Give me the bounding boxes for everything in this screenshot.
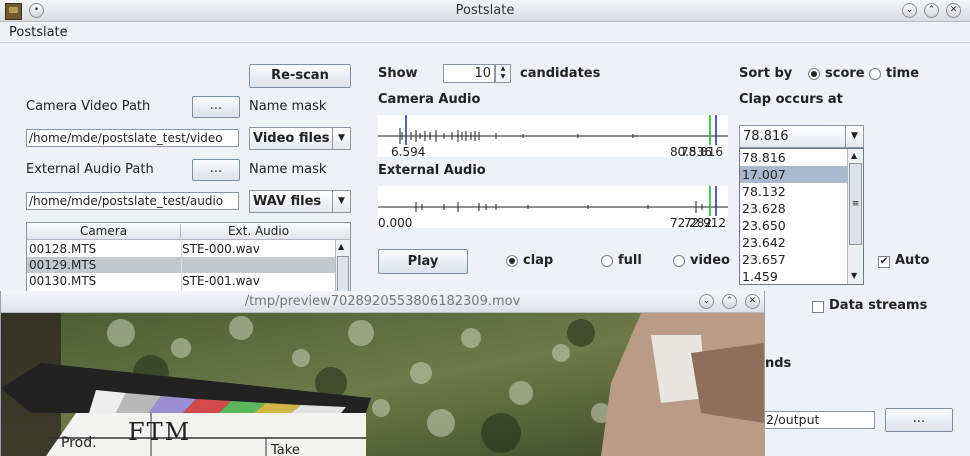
camera-mask-select[interactable]: Video files ▼ <box>249 127 351 150</box>
chevron-down-icon[interactable]: ▼ <box>332 191 350 212</box>
data-streams-checkbox[interactable] <box>812 301 824 313</box>
camera-audio-start: 6.594 <box>391 145 426 159</box>
play-video-label: video <box>690 253 730 268</box>
preview-close-button[interactable]: ✕ <box>745 294 760 309</box>
clap-select[interactable]: 78.816 ▼ <box>739 125 864 148</box>
preview-title-bar: /tmp/preview7028920553806182309.mov ⌄ ⌃ … <box>1 291 764 313</box>
play-clap-radio[interactable] <box>506 255 518 267</box>
list-item[interactable]: 23.642 <box>740 234 847 251</box>
preview-maximize-button[interactable]: ⌃ <box>722 294 737 309</box>
scroll-up-icon[interactable]: ▲ <box>338 242 344 251</box>
external-mask-select[interactable]: WAV files ▼ <box>249 190 351 213</box>
table-scrollbar[interactable]: ▲ <box>335 240 350 293</box>
list-item[interactable]: 1.459 <box>740 268 847 285</box>
output-path-field[interactable]: 2/output <box>763 411 875 429</box>
table-header: Camera Ext. Audio <box>27 223 350 240</box>
camera-mask-value: Video files <box>253 131 330 146</box>
show-label: Show <box>378 66 418 81</box>
output-browse-button[interactable]: ... <box>885 408 953 432</box>
scroll-up-icon[interactable]: ▲ <box>851 151 857 160</box>
play-button[interactable]: Play <box>378 249 468 274</box>
sort-score-radio[interactable] <box>808 68 820 80</box>
play-full-label: full <box>618 253 642 268</box>
spinner-arrows[interactable]: ▲ ▼ <box>495 64 511 83</box>
camera-video-path-label: Camera Video Path <box>26 99 151 114</box>
list-item[interactable]: 23.628 <box>740 200 847 217</box>
table-cell-audio: STE-001.wav <box>182 274 260 288</box>
external-mask-value: WAV files <box>253 194 322 209</box>
play-video-radio[interactable] <box>673 255 685 267</box>
file-table: Camera Ext. Audio 00128.MTS STE-000.wav … <box>26 222 351 294</box>
chevron-down-icon[interactable]: ▼ <box>332 128 350 149</box>
external-audio-path-label: External Audio Path <box>26 162 154 177</box>
play-clap-label: clap <box>523 253 554 268</box>
column-header-camera[interactable]: Camera <box>27 224 181 238</box>
clap-occurs-label: Clap occurs at <box>739 92 843 107</box>
preview-minimize-button[interactable]: ⌄ <box>699 294 714 309</box>
external-audio-label: External Audio <box>378 163 486 178</box>
sort-time-label: time <box>886 66 920 81</box>
candidates-label: candidates <box>520 66 601 81</box>
slate-take-label: Take <box>271 443 300 456</box>
column-divider <box>181 241 182 293</box>
play-full-radio[interactable] <box>601 255 613 267</box>
table-cell-camera: 00129.MTS <box>29 258 97 272</box>
camera-audio-label: Camera Audio <box>378 92 481 107</box>
partial-label: nds <box>765 356 792 371</box>
camera-audio-end: 78.816 <box>681 145 723 159</box>
scroll-down-icon[interactable]: ▼ <box>851 271 857 280</box>
sort-time-radio[interactable] <box>869 68 881 80</box>
list-item[interactable]: 23.657 <box>740 251 847 268</box>
preview-title: /tmp/preview7028920553806182309.mov <box>244 294 521 309</box>
window-title: Postslate <box>455 3 515 18</box>
external-audio-waveform[interactable]: 0.000 72.282 72.912 <box>378 186 728 230</box>
list-item[interactable]: 78.816 <box>740 149 847 166</box>
minimize-button[interactable]: ⌄ <box>902 3 917 18</box>
table-cell-camera: 00130.MTS <box>29 274 97 288</box>
external-name-mask-label: Name mask <box>249 162 327 177</box>
slate-prod-label: Prod. <box>61 435 97 451</box>
list-item[interactable]: 23.650 <box>740 217 847 234</box>
auto-checkbox[interactable]: ✔ <box>878 256 890 268</box>
data-streams-label: Data streams <box>829 298 928 313</box>
list-scrollbar[interactable]: ▲ ≡ ▼ <box>847 149 863 284</box>
camera-path-field[interactable]: /home/mde/postslate_test/video <box>26 129 239 147</box>
table-cell-audio: STE-000.wav <box>182 242 260 256</box>
scroll-thumb[interactable] <box>337 256 349 293</box>
camera-browse-button[interactable]: ... <box>192 96 240 118</box>
list-item-selected[interactable]: 17.007 <box>740 166 847 183</box>
external-audio-end-overlap: 72.912 <box>684 216 726 230</box>
clap-selected-value: 78.816 <box>743 129 789 144</box>
preview-window: /tmp/preview7028920553806182309.mov ⌄ ⌃ … <box>0 291 765 456</box>
candidates-spinner[interactable]: 10 <box>443 64 495 83</box>
external-audio-start: 0.000 <box>378 216 413 230</box>
slate-title: FTM <box>128 418 192 446</box>
column-header-ext-audio[interactable]: Ext. Audio <box>182 224 335 238</box>
camera-name-mask-label: Name mask <box>249 99 327 114</box>
maximize-button[interactable]: ⌃ <box>924 3 939 18</box>
camera-audio-waveform[interactable]: 6.594 80.536 78.816 <box>378 115 728 159</box>
external-browse-button[interactable]: ... <box>192 159 240 181</box>
scroll-thumb[interactable]: ≡ <box>849 163 862 245</box>
list-item[interactable]: 78.132 <box>740 183 847 200</box>
title-bar: • Postslate ⌄ ⌃ ✕ <box>0 0 970 22</box>
rescan-button[interactable]: Re-scan <box>249 64 351 88</box>
close-button[interactable]: ✕ <box>946 3 961 18</box>
sort-score-label: score <box>825 66 865 81</box>
chevron-down-icon[interactable]: ▼ <box>845 126 863 147</box>
menu-postslate[interactable]: Postslate <box>9 25 68 40</box>
external-path-field[interactable]: /home/mde/postslate_test/audio <box>26 192 239 210</box>
sort-by-label: Sort by <box>739 66 793 81</box>
menu-bar: Postslate <box>0 22 970 43</box>
clap-dropdown-list: 78.816 17.007 78.132 23.628 23.650 23.64… <box>739 148 864 285</box>
video-image <box>1 313 764 456</box>
video-frame[interactable]: Prod. FTM Take <box>1 313 764 456</box>
table-cell-camera: 00128.MTS <box>29 242 97 256</box>
auto-label: Auto <box>895 253 930 268</box>
